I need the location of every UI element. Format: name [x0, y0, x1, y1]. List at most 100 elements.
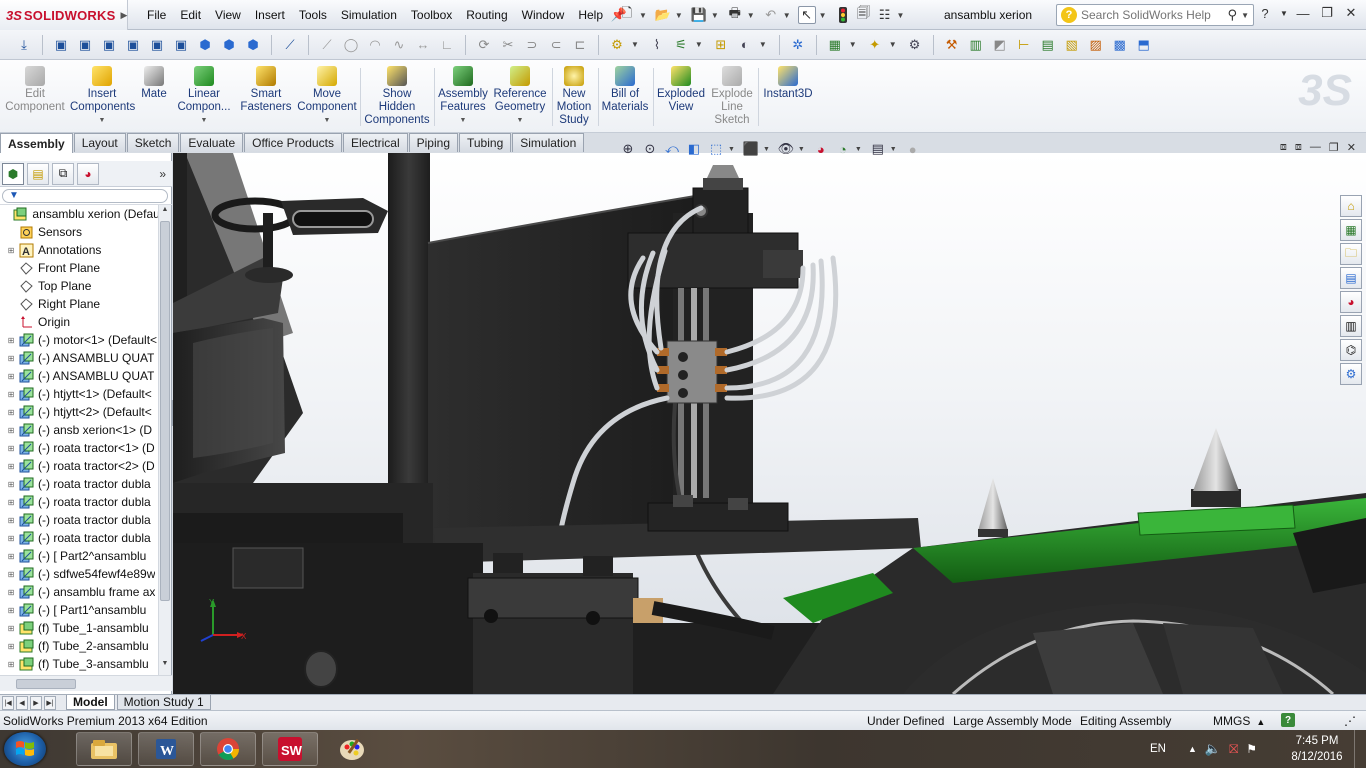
toolbox-icon[interactable]: ⚙: [1340, 363, 1362, 385]
structural-member-icon[interactable]: ▥: [966, 35, 986, 55]
file-properties-icon[interactable]: 🗐: [855, 5, 873, 24]
new-dropdown-icon[interactable]: ▼: [639, 11, 647, 20]
smart-mate-icon[interactable]: ✦: [865, 35, 885, 55]
offset-icon[interactable]: ⊃: [522, 35, 542, 55]
restore-icon[interactable]: ❐: [1318, 4, 1336, 22]
tree-item[interactable]: ⊞ (-) ANSAMBLU QUAT: [0, 367, 158, 385]
expand-icon[interactable]: ⊞: [6, 552, 16, 561]
bill-of-materials-button[interactable]: Bill of Materials: [600, 66, 650, 114]
quick-snaps-icon[interactable]: ⚙: [607, 35, 627, 55]
menu-insert[interactable]: Insert: [248, 8, 292, 22]
taskbar-word[interactable]: W: [138, 732, 194, 766]
explode-line-sketch-button[interactable]: Explode Line Sketch: [708, 66, 756, 127]
linear-pattern-dropdown-icon[interactable]: ▼: [176, 114, 232, 127]
taskbar-paint[interactable]: [324, 732, 380, 766]
new-document-icon[interactable]: 🗋: [618, 5, 636, 24]
tab-model[interactable]: Model: [66, 695, 115, 710]
tab-assembly[interactable]: Assembly: [0, 133, 73, 154]
expand-icon[interactable]: ⊞: [6, 426, 16, 435]
isometric-view-icon[interactable]: ⬢: [195, 35, 215, 55]
open-folder-icon[interactable]: 📂: [654, 6, 672, 24]
show-hidden-components-button[interactable]: Show Hidden Components: [364, 66, 430, 127]
apply-scene-dropdown-icon[interactable]: ▼: [855, 146, 862, 153]
tab-layout[interactable]: Layout: [73, 133, 126, 152]
bottom-view-icon[interactable]: ▣: [171, 35, 191, 55]
view-settings-dropdown-icon[interactable]: ▼: [890, 146, 897, 153]
flange-icon[interactable]: ⊞: [711, 35, 731, 55]
trimetric-view-icon[interactable]: ⬢: [219, 35, 239, 55]
sketch-corner-icon[interactable]: ∟: [437, 35, 457, 55]
start-button[interactable]: [4, 732, 46, 766]
tree-item[interactable]: ⊞ A Annotations: [0, 241, 158, 259]
reference-geometry-button[interactable]: Reference Geometry ▼: [492, 66, 548, 127]
expand-icon[interactable]: ⊞: [6, 570, 16, 579]
minimize-icon[interactable]: —: [1294, 4, 1312, 22]
tree-item[interactable]: ⊞ (-) roata tractor<2> (D: [0, 457, 158, 475]
help-question-icon[interactable]: ?: [1256, 4, 1274, 22]
show-desktop-button[interactable]: [1354, 730, 1366, 768]
help-dropdown-icon[interactable]: ▼: [1280, 4, 1288, 22]
expand-icon[interactable]: ⊞: [6, 462, 16, 471]
units-dropdown-icon[interactable]: ▲: [1256, 717, 1265, 727]
mate-button[interactable]: Mate: [136, 66, 172, 101]
flatten-icon[interactable]: ⬒: [1134, 35, 1154, 55]
tab-evaluate[interactable]: Evaluate: [180, 133, 244, 152]
menu-simulation[interactable]: Simulation: [334, 8, 404, 22]
print-dropdown-icon[interactable]: ▼: [747, 11, 755, 20]
tree-item[interactable]: Right Plane: [0, 295, 158, 313]
front-view-icon[interactable]: ▣: [51, 35, 71, 55]
feature-manager-tab-icon[interactable]: ⬢: [2, 162, 24, 185]
exploded-view-button[interactable]: Exploded View: [656, 66, 706, 114]
dimetric-view-icon[interactable]: ⬢: [243, 35, 263, 55]
display-style-dropdown-icon[interactable]: ▼: [763, 146, 770, 153]
apply-scene-icon[interactable]: ◔: [833, 139, 853, 159]
expand-icon[interactable]: ⊞: [6, 444, 16, 453]
scroll-up-icon[interactable]: ▲: [159, 206, 171, 220]
move-component-dropdown-icon[interactable]: ▼: [296, 114, 358, 127]
insert-components-button[interactable]: Insert Components ▼: [70, 66, 135, 127]
tile-horizontal-icon[interactable]: ⧈: [1280, 141, 1287, 154]
sketch-arc-icon[interactable]: ◠: [365, 35, 385, 55]
tab-sketch[interactable]: Sketch: [126, 133, 180, 152]
expand-icon[interactable]: ⊞: [6, 516, 16, 525]
route-dropdown-icon[interactable]: ▼: [695, 40, 703, 49]
solidworks-resources-icon[interactable]: ⌂: [1340, 195, 1362, 217]
hide-show-dropdown-icon[interactable]: ▼: [798, 146, 805, 153]
reference-geometry-dropdown-icon[interactable]: ▼: [492, 114, 548, 127]
tab-office-products[interactable]: Office Products: [244, 133, 342, 152]
insert-part-dropdown-icon[interactable]: ▼: [849, 40, 857, 49]
graphics-area[interactable]: Y X ▭ ▭ — ❐ ✕: [173, 153, 1366, 694]
display-style-icon[interactable]: ⬛: [741, 139, 761, 159]
zoom-to-area-icon[interactable]: ⊙: [640, 139, 660, 159]
tree-item[interactable]: ⊞ (-) sdfwe54fewf4e89w: [0, 565, 158, 583]
viewport-tile-icon[interactable]: ▭: [1244, 153, 1260, 157]
design-library-icon[interactable]: ▦: [1340, 219, 1362, 241]
tree-item[interactable]: ⊞ (-) [ Part1^ansamblu: [0, 601, 158, 619]
search-dropdown-icon[interactable]: ▼: [1241, 11, 1249, 20]
tree-item[interactable]: Origin: [0, 313, 158, 331]
open-dropdown-icon[interactable]: ▼: [675, 11, 683, 20]
motion-gear-icon[interactable]: ✲: [788, 35, 808, 55]
trim-extend-icon[interactable]: ⊢: [1014, 35, 1034, 55]
tree-item[interactable]: ⊞ (-) motor<1> (Default<: [0, 331, 158, 349]
appearances-icon[interactable]: ◕: [1340, 291, 1362, 313]
tree-item[interactable]: ⊞ (f) Tube_2-ansamblu: [0, 637, 158, 655]
menu-routing[interactable]: Routing: [459, 8, 514, 22]
forum-icon[interactable]: ⌬: [1340, 339, 1362, 361]
quick-tips-icon[interactable]: ?: [1281, 713, 1295, 727]
tab-tubing[interactable]: Tubing: [459, 133, 512, 152]
tree-item[interactable]: ⊞ (-) htjytt<2> (Default<: [0, 403, 158, 421]
end-cap-icon[interactable]: ▤: [1038, 35, 1058, 55]
snaps-dropdown-icon[interactable]: ▼: [631, 40, 639, 49]
document-close-icon[interactable]: ✕: [1347, 141, 1356, 154]
mirror-icon[interactable]: ⊏: [570, 35, 590, 55]
hide-show-items-icon[interactable]: 👁: [776, 139, 796, 159]
component-view-icon[interactable]: ◐: [735, 35, 755, 55]
view-orientation-dropdown-icon[interactable]: ▼: [728, 146, 735, 153]
expand-icon[interactable]: ⊞: [6, 606, 16, 615]
cut-list-icon[interactable]: ▨: [1086, 35, 1106, 55]
sketch-circle-icon[interactable]: ◯: [341, 35, 361, 55]
select-dropdown-icon[interactable]: ▼: [819, 11, 827, 20]
tree-item[interactable]: ⊞ (-) htjytt<1> (Default<: [0, 385, 158, 403]
expand-icon[interactable]: ⊞: [6, 246, 16, 255]
